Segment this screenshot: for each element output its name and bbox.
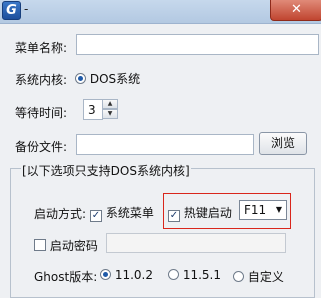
window-title: - [24, 2, 29, 16]
backup-file-label: 备份文件: [15, 140, 68, 154]
radio-selected-icon [75, 73, 86, 84]
boot-password-label: 启动密码 [49, 239, 98, 253]
kernel-label: 系统内核: [15, 73, 68, 87]
dos-options-title: [以下选项只支持DOS系统内核] [21, 162, 191, 179]
ghost-version-radio-1[interactable]: 11.0.2 [100, 268, 153, 282]
chevron-down-icon: ▼ [275, 205, 282, 214]
checkbox-unchecked-icon [34, 239, 46, 251]
menu-name-input[interactable] [76, 34, 319, 55]
browse-button[interactable]: 浏览 [259, 132, 307, 155]
hotkey-boot-checkbox[interactable]: ✓ 热键启动 [168, 204, 232, 222]
wait-time-label: 等待时间: [15, 106, 68, 120]
system-menu-label: 系统菜单 [105, 206, 154, 220]
ghost-version-1-label: 11.0.2 [114, 268, 153, 282]
hotkey-select-value: F11 [244, 203, 267, 217]
spinner-down-icon[interactable]: ▼ [102, 109, 118, 119]
boot-password-checkbox[interactable]: 启动密码 [34, 237, 98, 254]
wait-time-value: 3 [88, 103, 96, 117]
spinner-up-icon[interactable]: ▲ [102, 99, 118, 109]
wait-time-spinner[interactable]: ▲ ▼ [102, 99, 118, 120]
checkbox-checked-icon: ✓ [168, 210, 180, 222]
app-logo-icon: G [2, 1, 21, 20]
boot-password-input[interactable] [106, 233, 286, 253]
kernel-dos-label: DOS系统 [89, 72, 141, 86]
start-mode-label: 启动方式: [34, 207, 87, 221]
checkbox-checked-icon: ✓ [90, 210, 102, 222]
hotkey-select[interactable]: F11 ▼ [239, 200, 287, 220]
radio-unselected-icon [168, 269, 179, 280]
backup-file-input[interactable] [76, 134, 254, 155]
wait-time-input[interactable]: 3 [83, 99, 103, 120]
ghost-version-radio-2[interactable]: 11.5.1 [168, 268, 221, 282]
ghost-version-radio-3[interactable]: 自定义 [233, 268, 284, 285]
title-bar[interactable]: G - ✕ [0, 0, 321, 24]
system-menu-checkbox[interactable]: ✓ 系统菜单 [90, 204, 154, 222]
ghost-version-label: Ghost版本: [34, 270, 98, 284]
ghost-version-3-label: 自定义 [247, 270, 284, 284]
ghost-version-2-label: 11.5.1 [182, 268, 221, 282]
hotkey-boot-label: 热键启动 [183, 206, 232, 220]
radio-unselected-icon [233, 271, 244, 282]
radio-selected-icon [100, 269, 111, 280]
kernel-dos-radio[interactable]: DOS系统 [75, 70, 140, 87]
close-button[interactable]: ✕ [270, 0, 321, 21]
menu-name-label: 菜单名称: [15, 41, 68, 55]
